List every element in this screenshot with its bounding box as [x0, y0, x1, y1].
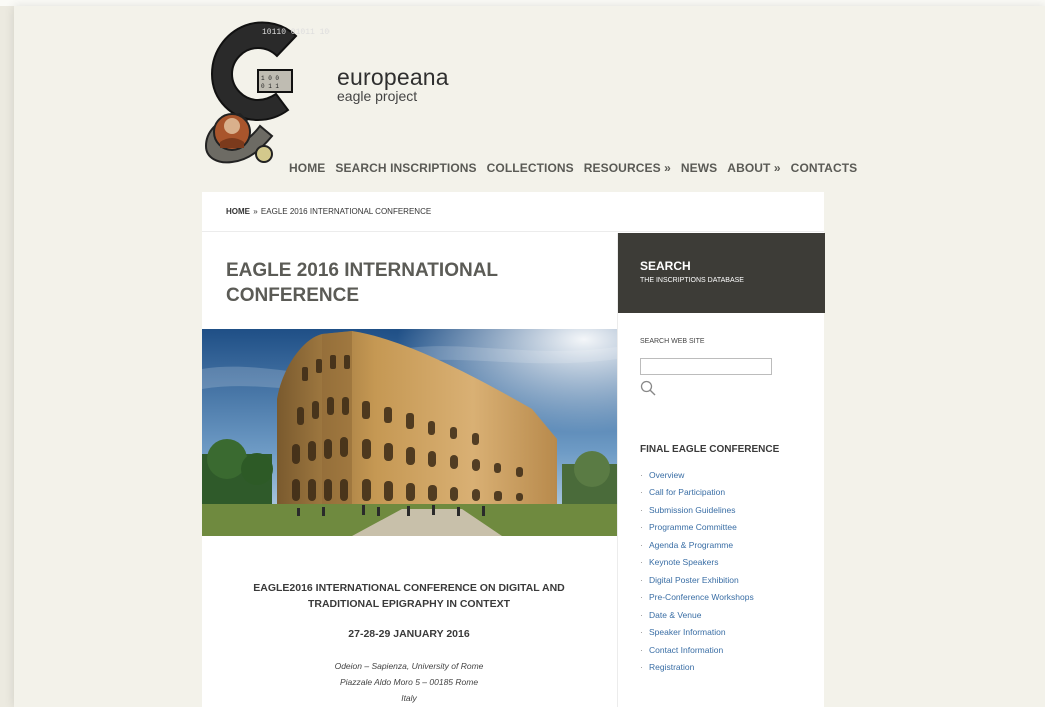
link-speaker-information[interactable]: · Speaker Information — [640, 624, 754, 642]
link-pre-conference-workshops[interactable]: · Pre-Conference Workshops — [640, 589, 754, 607]
venue-line-3: Italy — [401, 693, 417, 703]
conference-dates: 27-28-29 JANUARY 2016 — [348, 628, 470, 640]
breadcrumb: HOME » EAGLE 2016 INTERNATIONAL CONFEREN… — [202, 192, 824, 232]
content-card: HOME » EAGLE 2016 INTERNATIONAL CONFEREN… — [202, 192, 825, 707]
main-nav: HOME SEARCH INSCRIPTIONS COLLECTIONS RES… — [289, 161, 857, 175]
page-title: EAGLE 2016 INTERNATIONAL CONFERENCE — [226, 260, 498, 306]
link-keynote-speakers[interactable]: · Keynote Speakers — [640, 554, 754, 572]
breadcrumb-current: EAGLE 2016 INTERNATIONAL CONFERENCE — [260, 207, 432, 216]
brand-title: europeana — [337, 64, 449, 90]
final-conference-heading: FINAL EAGLE CONFERENCE — [640, 444, 780, 455]
nav-collections[interactable]: COLLECTIONS — [487, 161, 574, 175]
link-call-for-participation[interactable]: · Call for Participation — [640, 484, 754, 502]
nav-about[interactable]: ABOUT » — [727, 161, 780, 175]
conference-link-list: · Overview · Call for Participation · Submi… — [640, 466, 754, 676]
breadcrumb-home[interactable]: HOME — [226, 207, 250, 216]
svg-text:0 1 1: 0 1 1 — [261, 83, 279, 90]
link-contact-information[interactable]: · Contact Information — [640, 641, 754, 659]
link-submission-guidelines[interactable]: · Submission Guidelines — [640, 501, 754, 519]
search-icon[interactable] — [640, 380, 656, 396]
link-registration[interactable]: · Registration — [640, 659, 754, 677]
search-database-box[interactable]: SEARCH THE INSCRIPTIONS DATABASE — [618, 233, 825, 313]
nav-home[interactable]: HOME — [289, 161, 325, 175]
venue-line-2: Piazzale Aldo Moro 5 – 00185 Rome — [339, 677, 479, 687]
link-agenda-programme[interactable]: · Agenda & Programme — [640, 536, 754, 554]
europeana-eagle-logo[interactable]: 10110 01011 10001 1 0 0 0 1 1 — [200, 14, 330, 164]
nav-search-inscriptions[interactable]: SEARCH INSCRIPTIONS — [335, 161, 476, 175]
link-date-venue[interactable]: · Date & Venue — [640, 606, 754, 624]
venue-line-1: Odeion – Sapienza, University of Rome — [334, 661, 484, 671]
search-website-input[interactable] — [640, 358, 772, 375]
breadcrumb-separator: » — [253, 207, 258, 216]
conference-title: EAGLE2016 INTERNATIONAL CONFERENCE ON DI… — [253, 582, 565, 610]
conference-venue: Odeion – Sapienza, University of Rome Pi… — [226, 658, 592, 706]
link-overview[interactable]: · Overview — [640, 466, 754, 484]
link-programme-committee[interactable]: · Programme Committee — [640, 519, 754, 537]
search-database-title[interactable]: SEARCH — [640, 259, 691, 273]
sidebar: SEARCH THE INSCRIPTIONS DATABASE SEARCH … — [617, 233, 825, 707]
colosseum-hero-image — [202, 329, 617, 536]
nav-resources[interactable]: RESOURCES » — [584, 161, 671, 175]
nav-news[interactable]: NEWS — [681, 161, 717, 175]
brand-subtitle: eagle project — [337, 88, 418, 104]
svg-text:1 0 0: 1 0 0 — [261, 75, 279, 82]
nav-contacts[interactable]: CONTACTS — [791, 161, 858, 175]
svg-text:10110 01011 10001: 10110 01011 10001 — [262, 28, 330, 37]
search-website-label: SEARCH WEB SITE — [640, 338, 705, 345]
search-database-subtitle: THE INSCRIPTIONS DATABASE — [640, 277, 744, 284]
link-digital-poster-exhibition[interactable]: · Digital Poster Exhibition — [640, 571, 754, 589]
